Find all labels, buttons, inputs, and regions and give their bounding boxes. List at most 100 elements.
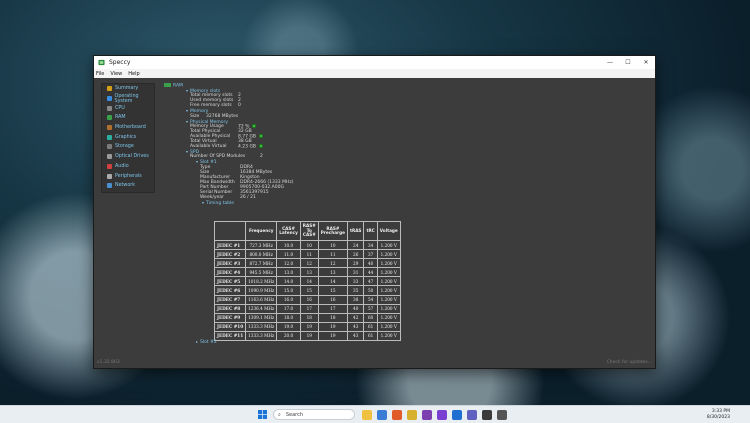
timing-cell: 43 [346,330,365,342]
timing-cell: 10 [299,239,319,251]
timing-row: JEDEC #5 1018.2 MHz 14.0 14 14 33 47 1.200 V [213,276,401,287]
timing-row-header: JEDEC #6 [213,285,247,296]
timing-cell: 24 [346,239,365,251]
audio-icon [107,163,112,169]
timing-cell: 14 [299,276,319,287]
expand-arrow-icon: ▾ [196,159,199,165]
timing-column-header: tRC [363,221,378,241]
taskbar-app-icon[interactable] [392,410,402,420]
sidebar-item-optical-drives[interactable]: Optical Drives [102,152,154,162]
timing-cell: 16.0 [276,294,301,305]
timing-cell: 18 [299,312,319,323]
taskbar-app-icon[interactable] [497,410,507,420]
timing-row: JEDEC #9 1309.1 MHz 18.0 18 18 42 60 1.200 V [213,312,401,323]
taskbar-app-icon[interactable] [437,410,447,420]
timing-cell: 40 [346,303,365,314]
timing-cell: 945.5 MHz [245,267,278,278]
timing-row-header: JEDEC #8 [213,303,247,314]
ram-icon [107,115,112,121]
timing-cell: 13 [317,267,348,278]
motherboard-icon [107,125,112,131]
sidebar-item-storage[interactable]: Storage [102,142,154,152]
speccy-window: Speccy — ☐ ✕ File View Help Summary Opera… [93,55,656,369]
timing-cell: 10 [317,239,348,251]
timing-row-header: JEDEC #3 [213,258,247,269]
windows-start-icon[interactable] [258,410,267,419]
timing-row-header: JEDEC #2 [213,249,247,260]
taskbar-clock[interactable]: 3:33 PM 8/30/2023 [707,409,730,420]
timing-cell: 31 [346,267,365,278]
sidebar-item-motherboard[interactable]: Motherboard [102,123,154,133]
optical-drives-icon [107,154,112,160]
timing-cell: 19 [299,330,319,342]
sidebar-item-graphics[interactable]: Graphics [102,132,154,142]
maximize-button[interactable]: ☐ [619,56,637,69]
sidebar-item-label: Network [115,183,136,189]
slot2-heading[interactable]: ▸ Slot #2 [196,339,217,345]
operating-system-icon [107,96,112,102]
taskbar-app-icon[interactable] [467,410,477,420]
title-bar: Speccy — ☐ ✕ [94,56,655,69]
sidebar-item-peripherals[interactable]: Peripherals [102,171,154,181]
timing-cell: 12.0 [276,258,301,269]
timing-cell: 18.0 [276,312,301,323]
timing-cell: 1.200 V [376,267,401,278]
timing-cell: 1.200 V [376,312,401,323]
timing-cell: 1.200 V [376,249,401,260]
expand-arrow-icon: ▸ [196,339,199,344]
sidebar-item-ram[interactable]: RAM [102,113,154,123]
timing-cell: 19 [317,321,348,332]
timing-cell: 33 [346,276,365,287]
sidebar-item-label: Storage [115,144,134,150]
timing-cell: 20.0 [276,330,301,342]
cpu-icon [107,105,112,111]
taskbar-app-icon[interactable] [377,410,387,420]
timing-cell: 14 [317,276,348,287]
timing-cell: 42 [346,312,365,323]
sidebar-item-audio[interactable]: Audio [102,162,154,172]
sidebar-item-summary[interactable]: Summary [102,84,154,94]
timing-row-header: JEDEC #9 [213,312,247,323]
timing-cell: 18 [317,312,348,323]
search-placeholder: Search [285,411,303,418]
taskbar-app-icon[interactable] [407,410,417,420]
expand-arrow-icon: ▾ [186,149,189,155]
timing-cell: 12 [299,258,319,269]
ram-icon [164,83,171,87]
timing-cell: 37 [363,249,378,260]
timing-cell: 19 [317,330,348,342]
timing-cell: 43 [346,321,365,332]
sidebar-item-operating-system[interactable]: Operating System [102,94,154,104]
taskbar-search-box[interactable]: ⌕ Search [273,409,355,420]
taskbar-app-icon[interactable] [362,410,372,420]
taskbar-app-icon[interactable] [422,410,432,420]
sidebar-item-label: Graphics [115,134,137,140]
sidebar-item-cpu[interactable]: CPU [102,103,154,113]
timing-cell: 1309.1 MHz [245,312,278,323]
sidebar-item-label: Motherboard [115,125,146,131]
timing-cell: 11 [317,249,348,260]
taskbar-app-icon[interactable] [452,410,462,420]
menu-help[interactable]: Help [128,71,139,77]
timing-cell: 1236.4 MHz [245,303,278,314]
close-button[interactable]: ✕ [637,56,655,69]
timing-row: JEDEC #11 1333.3 MHz 20.0 19 19 43 61 1.200 V [213,330,401,342]
timing-cell: 727.3 MHz [245,239,278,251]
timing-cell: 38 [346,294,365,305]
timing-table-heading[interactable]: ▾ Timing table [202,200,649,206]
summary-icon [107,86,112,92]
timing-cell: 1163.6 MHz [245,294,278,305]
timing-row: JEDEC #4 945.5 MHz 13.0 13 13 31 44 1.200 V [213,267,401,278]
sidebar-item-network[interactable]: Network [102,181,154,191]
sidebar-item-label: CPU [115,105,125,111]
timing-row-header: JEDEC #5 [213,276,247,287]
taskbar-app-icon[interactable] [482,410,492,420]
sidebar-item-label: Optical Drives [115,154,149,160]
minimize-button[interactable]: — [601,56,619,69]
check-updates-link[interactable]: Check for updates... [607,360,652,365]
menu-view[interactable]: View [110,71,122,77]
clock-date: 8/30/2023 [706,414,730,420]
menu-file[interactable]: File [96,71,104,77]
timing-table: Frequency CAS# Latency RAS# To CAS# RAS# Precha… [213,221,401,342]
timing-cell: 17.0 [276,303,301,314]
